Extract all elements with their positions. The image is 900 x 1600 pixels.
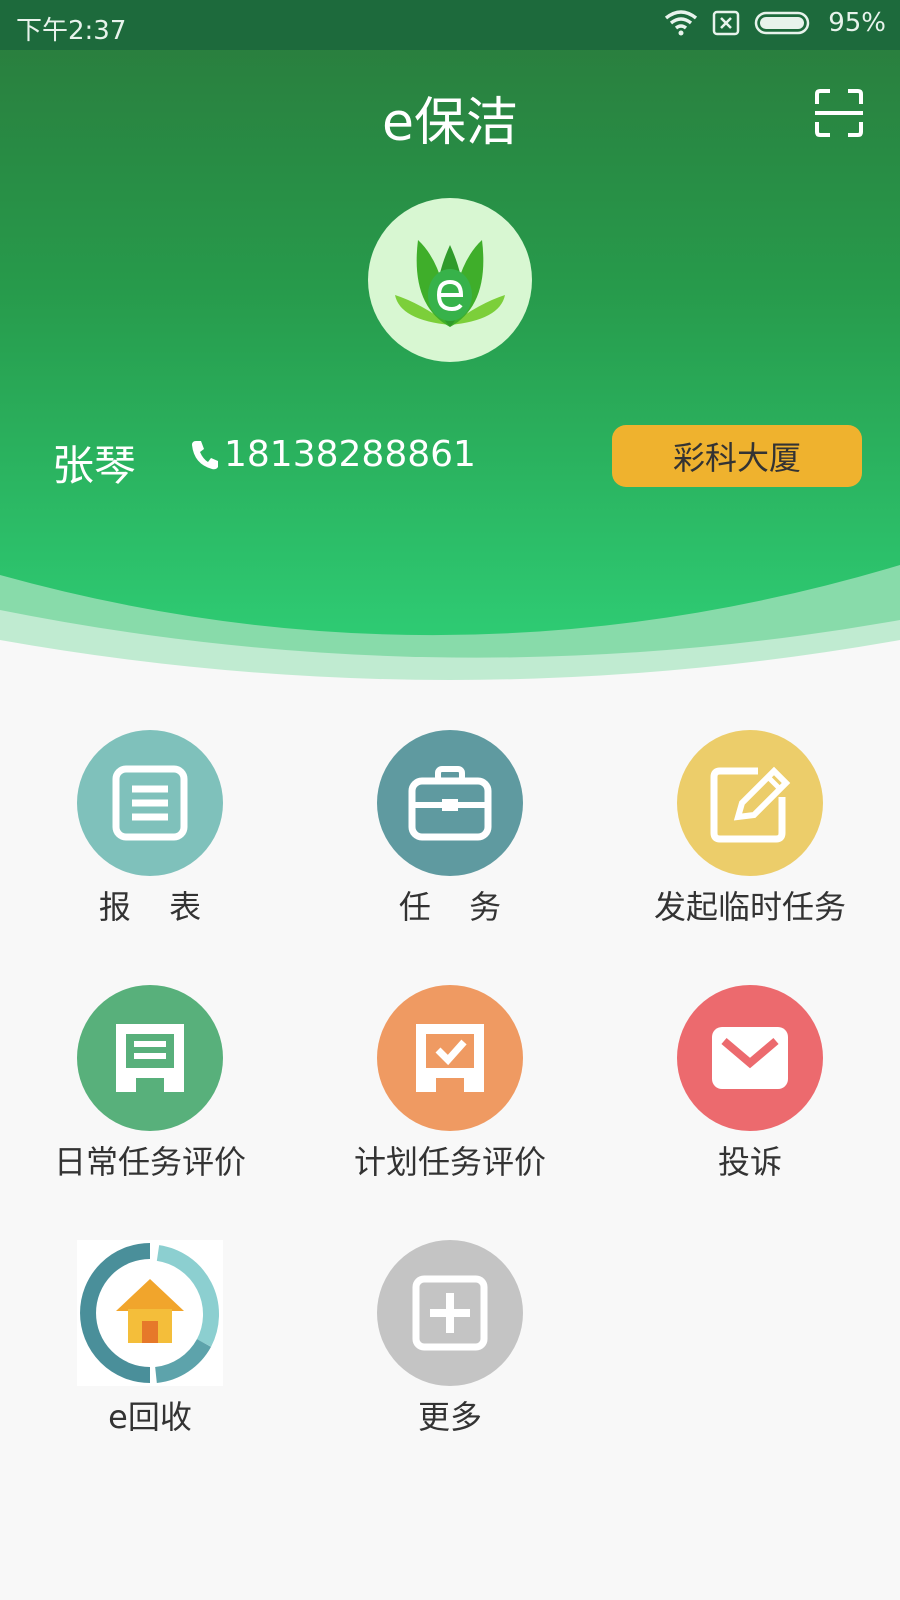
app-title: e保洁 xyxy=(382,93,518,153)
no-sim-icon xyxy=(712,10,740,36)
menu-label: e回收 xyxy=(108,1398,192,1436)
menu-item-temp-task[interactable]: 发起临时任务 xyxy=(600,730,900,928)
recycle-house-icon xyxy=(77,1240,223,1386)
briefcase-icon xyxy=(377,730,523,876)
menu-label: 报 表 xyxy=(98,888,216,926)
menu-label: 计划任务评价 xyxy=(353,1143,546,1181)
battery-icon xyxy=(754,11,810,35)
menu-label: 日常任务评价 xyxy=(53,1143,246,1181)
status-icons: 95% xyxy=(664,8,886,38)
plan-eval-icon xyxy=(377,985,523,1131)
battery-percent: 95% xyxy=(828,8,886,38)
menu-item-more[interactable]: 更多 xyxy=(300,1240,600,1438)
app-logo xyxy=(368,198,532,362)
user-name: 张琴 xyxy=(52,441,137,490)
menu-item-daily-eval[interactable]: 日常任务评价 xyxy=(0,985,300,1183)
status-bar: 下午2:37 95% xyxy=(0,0,900,50)
menu-label: 投诉 xyxy=(717,1143,782,1181)
plus-icon xyxy=(377,1240,523,1386)
status-time: 下午2:37 xyxy=(16,16,127,46)
building-button[interactable]: 彩科大厦 xyxy=(612,425,862,487)
phone-number-row[interactable]: 18138288861 xyxy=(190,434,476,475)
menu-item-plan-eval[interactable]: 计划任务评价 xyxy=(300,985,600,1183)
leaf-e-logo xyxy=(395,240,505,327)
phone-number: 18138288861 xyxy=(224,434,476,475)
menu-label: 更多 xyxy=(417,1398,482,1436)
report-icon xyxy=(77,730,223,876)
menu-label: 任 务 xyxy=(398,888,516,926)
header-banner: 下午2:37 95% e保洁 张琴 18138288861 彩科大厦 xyxy=(0,0,900,700)
menu-item-complaint[interactable]: 投诉 xyxy=(600,985,900,1183)
menu-item-task[interactable]: 任 务 xyxy=(300,730,600,928)
edit-icon xyxy=(677,730,823,876)
phone-icon xyxy=(192,440,218,469)
daily-eval-icon xyxy=(77,985,223,1131)
menu-label: 发起临时任务 xyxy=(653,888,846,926)
wifi-icon xyxy=(665,10,698,36)
scan-icon[interactable] xyxy=(814,88,864,138)
menu-item-report[interactable]: 报 表 xyxy=(0,730,300,928)
menu-item-recycle[interactable]: e回收 xyxy=(0,1240,300,1438)
mail-icon xyxy=(677,985,823,1131)
